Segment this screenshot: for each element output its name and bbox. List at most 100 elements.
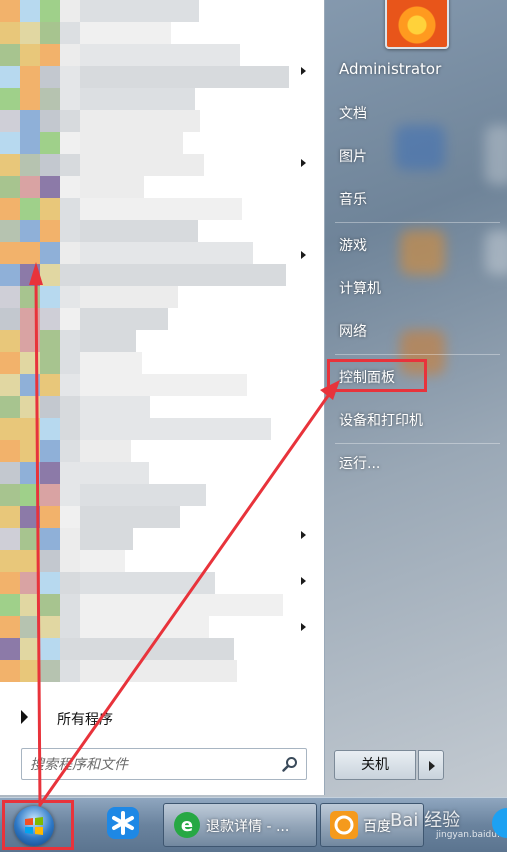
user-avatar[interactable] [385,0,449,49]
expand-arrow-icon [21,710,28,724]
pixel-tile [20,572,40,594]
pixel-tile [80,264,286,286]
user-name[interactable]: Administrator [339,60,441,78]
pixel-tile [80,660,237,682]
submenu-arrow-icon[interactable] [301,251,306,259]
all-programs-item[interactable]: 所有程序 [0,704,324,730]
pixel-tile [40,66,60,88]
blurred-program-row [0,660,320,682]
blurred-program-row [0,286,320,308]
submenu-arrow-icon[interactable] [301,159,306,167]
pixel-tile [0,0,20,22]
pixel-tile [40,572,60,594]
pixel-tile [60,44,80,66]
pixel-tile [20,418,40,440]
blurred-program-row [0,154,320,176]
pixel-tile [20,528,40,550]
pixel-tile [20,242,40,264]
pixel-tile [60,352,80,374]
pixel-tile [0,330,20,352]
start-menu-places-pane: Administrator 文档 图片 音乐 游戏 计算机 网络 控制面板 设备… [325,0,507,795]
submenu-arrow-icon[interactable] [301,577,306,585]
pixel-tile [60,418,80,440]
shutdown-options-button[interactable] [418,750,444,780]
pixel-tile [60,286,80,308]
menu-item-games[interactable]: 游戏 [339,235,367,255]
uc-browser-icon [330,811,358,839]
taskbar-ie-window[interactable]: e 退款详情 - ... [163,803,317,847]
pixel-tile [80,462,149,484]
menu-item-pictures[interactable]: 图片 [339,146,367,166]
pixel-tile [40,374,60,396]
pixel-tile [40,594,60,616]
pixel-tile [20,308,40,330]
pixel-tile [60,374,80,396]
pixel-tile [60,330,80,352]
svg-text:e: e [181,815,193,836]
pixel-tile [40,176,60,198]
pixel-tile [60,110,80,132]
pixel-tile [80,550,125,572]
pixel-tile [0,352,20,374]
menu-item-devices-printers[interactable]: 设备和打印机 [339,410,423,430]
pixel-tile [0,484,20,506]
pixel-tile [60,440,80,462]
pixel-tile [40,264,60,286]
menu-item-network[interactable]: 网络 [339,321,367,341]
chevron-right-icon [429,761,435,771]
pixel-tile [40,638,60,660]
shutdown-button[interactable]: 关机 [334,750,416,780]
pixel-tile [20,154,40,176]
blurred-program-row [0,506,320,528]
pixel-tile [80,88,195,110]
menu-separator [335,443,500,444]
pixel-tile [80,594,283,616]
pixel-tile [20,374,40,396]
pixel-tile [80,242,253,264]
pixel-tile [60,264,80,286]
submenu-arrow-icon[interactable] [301,623,306,631]
pixel-tile [60,242,80,264]
pixel-tile [40,484,60,506]
blurred-program-row [0,88,320,110]
pixel-tile [80,616,209,638]
pixel-tile [60,66,80,88]
pixel-tile [0,440,20,462]
pixel-tile [80,484,206,506]
blurred-program-row [0,66,320,88]
blurred-program-row [0,440,320,462]
pixel-tile [60,176,80,198]
pixel-tile [60,462,80,484]
blurred-program-row [0,176,320,198]
submenu-arrow-icon[interactable] [301,67,306,75]
pixel-tile [20,396,40,418]
search-box[interactable] [21,748,307,780]
pixel-tile [0,660,20,682]
menu-item-music[interactable]: 音乐 [339,189,367,209]
taskbar-app-baidu[interactable] [100,803,150,847]
pixel-tile [80,44,240,66]
pixel-tile [80,528,133,550]
pixel-tile [40,616,60,638]
pixel-tile [80,396,150,418]
pixel-tile [20,110,40,132]
pixel-tile [0,616,20,638]
pixel-tile [0,506,20,528]
pixel-tile [20,616,40,638]
pixel-tile [20,352,40,374]
pixel-tile [60,572,80,594]
submenu-arrow-icon[interactable] [301,531,306,539]
baidu-jingyan-watermark: Bai 经验 [390,810,461,831]
menu-item-computer[interactable]: 计算机 [339,278,381,298]
pixel-tile [40,396,60,418]
pixel-tile [20,132,40,154]
all-programs-label: 所有程序 [57,712,113,728]
menu-item-run[interactable]: 运行... [339,453,380,473]
pixel-tile [0,286,20,308]
pixel-tile [0,44,20,66]
pixel-tile [40,528,60,550]
blurred-program-row [0,330,320,352]
menu-item-documents[interactable]: 文档 [339,103,367,123]
search-icon[interactable] [282,756,298,772]
search-input[interactable] [28,753,282,777]
